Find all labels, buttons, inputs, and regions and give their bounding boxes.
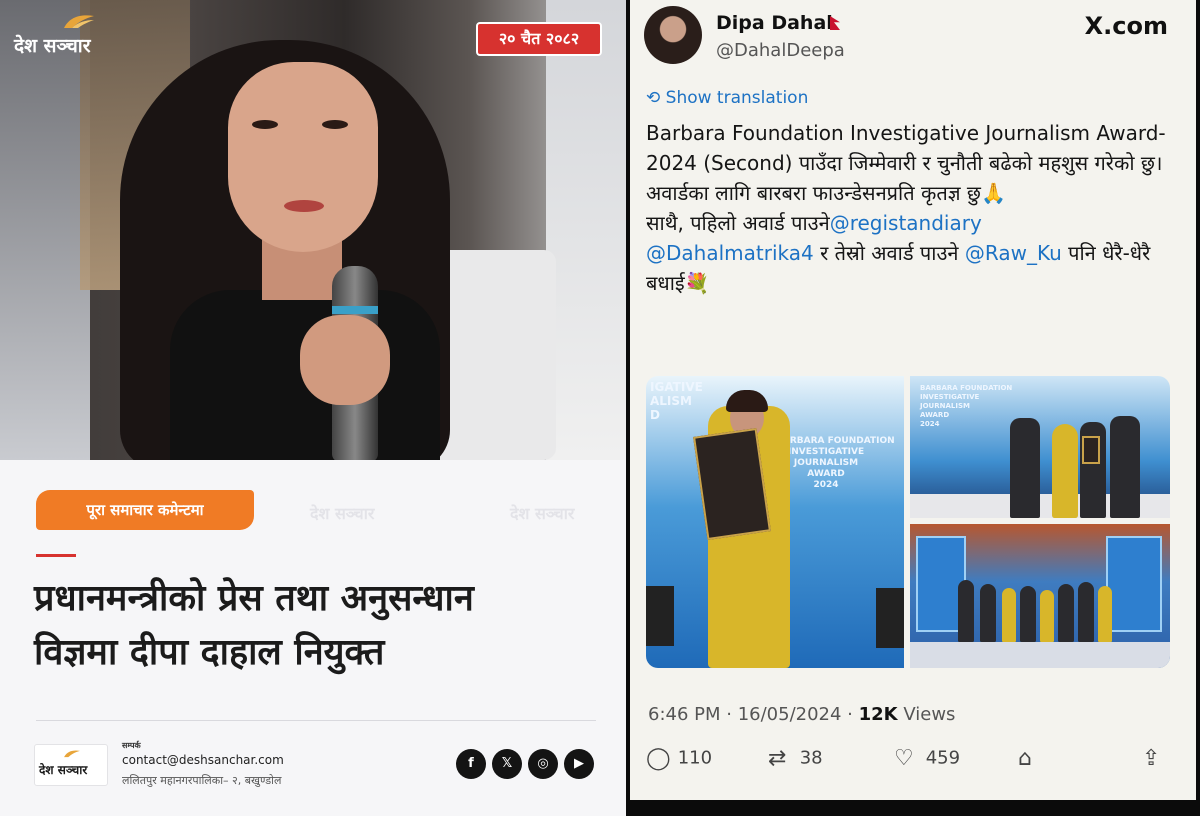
image-text: BARBARA FOUNDATION INVESTIGATIVE JOURNAL… <box>776 436 895 490</box>
tweet-meta: 6:46 PM · 16/05/2024 · 12K Views <box>648 704 955 725</box>
x-icon[interactable]: 𝕏 <box>492 749 522 779</box>
avatar[interactable] <box>644 6 702 64</box>
tweet-image[interactable]: IGATIVE ALISM D BARBARA FOUNDATION INVES… <box>646 376 904 668</box>
headline-line: विज्ञमा दीपा दाहाल नियुक्त <box>34 632 385 673</box>
repost-button[interactable]: ⇄ 38 <box>768 746 823 771</box>
show-translation-link[interactable]: ⟲ Show translation <box>646 88 808 108</box>
date-badge: २० चैत २०८२ <box>476 22 602 56</box>
translate-icon: ⟲ <box>646 88 666 108</box>
contact-label: सम्पर्क <box>122 741 141 750</box>
share-icon: ⇪ <box>1142 746 1161 771</box>
headline-line: प्रधानमन्त्रीको प्रेस तथा अनुसन्धान <box>34 578 474 619</box>
bookmark-button[interactable]: ⌂ <box>1018 746 1044 771</box>
divider <box>36 720 596 721</box>
tweet-paragraph: Barbara Foundation Investigative Journal… <box>646 121 1166 205</box>
nepal-flag-icon <box>830 16 840 30</box>
mention-link[interactable]: @registandiary <box>830 211 982 235</box>
contact-email[interactable]: contact@deshsanchar.com <box>122 753 284 767</box>
reply-icon: ◯ <box>646 746 671 771</box>
instagram-icon[interactable]: ◎ <box>528 749 558 779</box>
contact-address: ललितपुर महानगरपालिका– २, बखुण्डोल <box>122 774 282 787</box>
reply-count: 110 <box>677 747 713 769</box>
footer-logo[interactable]: देश सञ्चार <box>34 744 108 786</box>
facebook-icon[interactable]: f <box>456 749 486 779</box>
like-button[interactable]: ♡ 459 <box>894 746 960 771</box>
like-count: 459 <box>925 747 961 769</box>
mention-link[interactable]: @Dahalmatrika4 <box>646 241 814 265</box>
youtube-icon[interactable]: ▶ <box>564 749 594 779</box>
user-handle[interactable]: @DahalDeepa <box>716 40 845 61</box>
show-translation-label: Show translation <box>665 88 809 108</box>
logo-wing-icon <box>64 750 80 758</box>
logo-text: देश सञ्चार <box>14 35 91 57</box>
repost-count: 38 <box>799 747 823 769</box>
comment-tag[interactable]: पूरा समाचार कमेन्टमा <box>36 490 254 530</box>
share-button[interactable]: ⇪ <box>1142 746 1168 771</box>
news-content: पूरा समाचार कमेन्टमा देश सञ्चार देश सञ्च… <box>0 460 626 816</box>
bookmark-icon: ⌂ <box>1018 746 1032 771</box>
logo-wing-icon <box>64 15 94 28</box>
heart-icon: ♡ <box>894 746 914 771</box>
tweet-text-span: र तेस्रो अवार्ड पाउने <box>813 241 965 265</box>
image-text: BARBARA FOUNDATION INVESTIGATIVE JOURNAL… <box>920 384 1013 428</box>
watermark: देश सञ्चार <box>510 504 575 523</box>
footer-logo-text: देश सञ्चार <box>39 763 88 777</box>
views-label: Views <box>897 704 956 725</box>
mention-link[interactable]: @Raw_Ku <box>965 241 1062 265</box>
news-photo: देश सञ्चार २० चैत २०८२ <box>0 0 626 460</box>
tweet-panel: Dipa Dahal @DahalDeepa X.com ⟲ Show tran… <box>626 0 1200 816</box>
tweet-image[interactable] <box>910 524 1170 668</box>
tweet-text-span: साथै, पहिलो अवार्ड पाउने <box>646 211 830 235</box>
tweet-image[interactable]: BARBARA FOUNDATION INVESTIGATIVE JOURNAL… <box>910 376 1170 518</box>
display-name[interactable]: Dipa Dahal <box>716 12 833 34</box>
tweet-paragraph: साथै, पहिलो अवार्ड पाउने@registandiary @D… <box>646 208 1176 298</box>
headline: प्रधानमन्त्रीको प्रेस तथा अनुसन्धान विज्… <box>34 572 614 680</box>
tweet-text: Barbara Foundation Investigative Journal… <box>646 118 1176 298</box>
tweet-card: Dipa Dahal @DahalDeepa X.com ⟲ Show tran… <box>630 0 1196 800</box>
tweet-timestamp[interactable]: 6:46 PM · 16/05/2024 · <box>648 704 859 725</box>
watermark: देश सञ्चार <box>310 504 375 523</box>
views-count: 12K <box>858 704 898 725</box>
repost-icon: ⇄ <box>768 746 787 771</box>
image-text: IGATIVE ALISM D <box>650 380 703 422</box>
reply-button[interactable]: ◯ 110 <box>646 746 712 771</box>
x-logo: X.com <box>1084 12 1168 40</box>
accent-line <box>36 554 76 557</box>
news-card: देश सञ्चार २० चैत २०८२ पूरा समाचार कमेन्… <box>0 0 626 816</box>
desh-sanchar-logo[interactable]: देश सञ्चार <box>14 14 124 62</box>
